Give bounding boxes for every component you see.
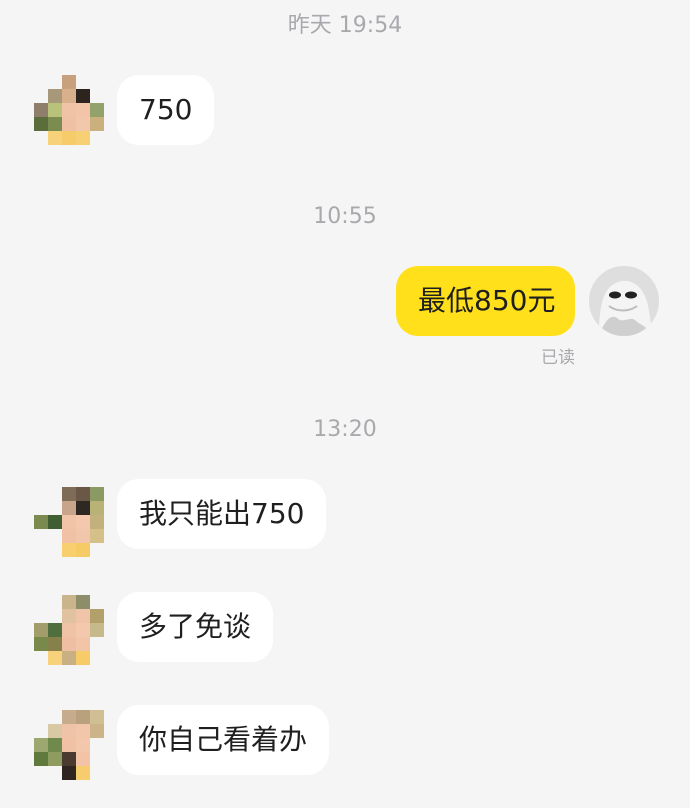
contact-avatar[interactable] xyxy=(34,710,104,780)
ghost-avatar-icon xyxy=(589,266,659,336)
read-status: 已读 xyxy=(541,348,575,368)
chat-thread: 昨天 19:54 750 10:55 最低850元 已读 13:20 我只能出7… xyxy=(0,0,690,808)
message-bubble-incoming[interactable]: 我只能出750 xyxy=(117,479,327,549)
timestamp: 10:55 xyxy=(313,204,377,229)
contact-avatar[interactable] xyxy=(34,75,104,145)
message-bubble-incoming[interactable]: 750 xyxy=(117,75,215,145)
contact-avatar[interactable] xyxy=(34,595,104,665)
message-bubble-incoming[interactable]: 多了免谈 xyxy=(117,592,274,662)
timestamp: 昨天 19:54 xyxy=(287,13,403,38)
message-bubble-incoming[interactable]: 你自己看着办 xyxy=(117,705,330,775)
message-bubble-outgoing[interactable]: 最低850元 xyxy=(396,266,575,336)
user-avatar[interactable] xyxy=(589,266,659,336)
timestamp: 13:20 xyxy=(313,417,377,442)
contact-avatar[interactable] xyxy=(34,487,104,557)
